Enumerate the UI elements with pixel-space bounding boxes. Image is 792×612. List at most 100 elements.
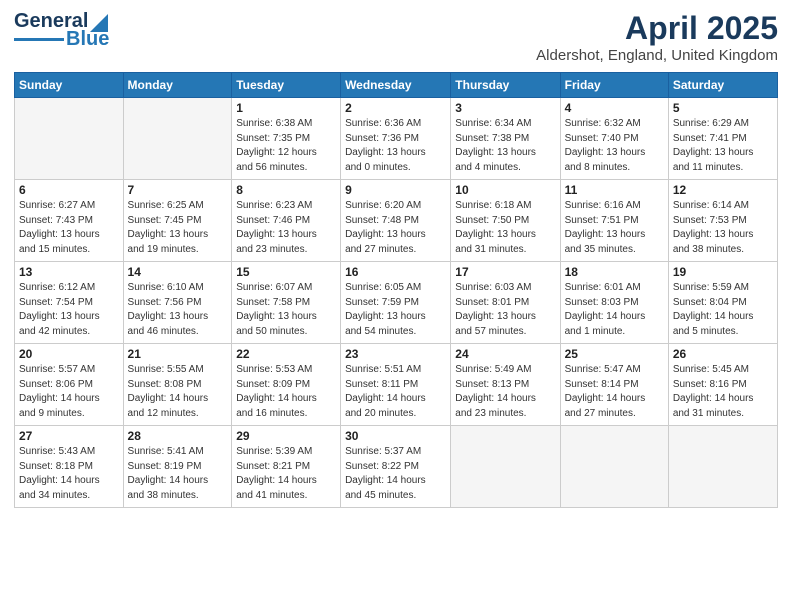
day-info: Sunrise: 6:29 AM Sunset: 7:41 PM Dayligh… — [673, 117, 773, 175]
day-number: 22 — [236, 347, 336, 361]
day-number: 13 — [19, 265, 119, 279]
calendar-cell-w2-d1: 6Sunrise: 6:27 AM Sunset: 7:43 PM Daylig… — [15, 180, 124, 262]
day-number: 18 — [565, 265, 664, 279]
day-info: Sunrise: 6:03 AM Sunset: 8:01 PM Dayligh… — [455, 281, 555, 339]
col-tuesday: Tuesday — [232, 73, 341, 98]
calendar-cell-w1-d2 — [123, 98, 232, 180]
day-info: Sunrise: 5:49 AM Sunset: 8:13 PM Dayligh… — [455, 363, 555, 421]
calendar-cell-w3-d3: 15 Sunrise: 6:07 AM Sunset: 7:58 PM Dayli… — [232, 262, 341, 344]
day-info: Sunrise: 6:38 AM Sunset: 7:35 PM Dayligh… — [236, 117, 336, 175]
logo: General Blue — [14, 10, 109, 51]
day-info: Sunrise: 6:23 AM Sunset: 7:46 PM Dayligh… — [236, 199, 336, 257]
day-number: 30 — [345, 429, 446, 443]
day-info: Sunrise: 6:01 AM Sunset: 8:03 PM Dayligh… — [565, 281, 664, 339]
calendar-cell-w3-d2: 14 Sunrise: 6:10 AM Sunset: 7:56 PM Dayli… — [123, 262, 232, 344]
day-number: 5 — [673, 101, 773, 115]
col-thursday: Thursday — [451, 73, 560, 98]
calendar-cell-w3-d6: 18 Sunrise: 6:01 AM Sunset: 8:03 PM Dayli… — [560, 262, 668, 344]
calendar-cell-w5-d4: 30 Sunrise: 5:37 AM Sunset: 8:22 PM Dayli… — [341, 426, 451, 508]
day-info: Sunrise: 6:27 AM Sunset: 7:43 PM Dayligh… — [19, 199, 119, 257]
calendar-cell-w4-d1: 20 Sunrise: 5:57 AM Sunset: 8:06 PM Dayli… — [15, 344, 124, 426]
calendar-cell-w3-d4: 16 Sunrise: 6:05 AM Sunset: 7:59 PM Dayli… — [341, 262, 451, 344]
calendar-table: Sunday Monday Tuesday Wednesday Thursday… — [14, 72, 778, 508]
logo-blue: Blue — [66, 28, 109, 51]
calendar-cell-w4-d2: 21 Sunrise: 5:55 AM Sunset: 8:08 PM Dayli… — [123, 344, 232, 426]
col-wednesday: Wednesday — [341, 73, 451, 98]
day-info: Sunrise: 5:37 AM Sunset: 8:22 PM Dayligh… — [345, 445, 446, 503]
day-info: Sunrise: 5:39 AM Sunset: 8:21 PM Dayligh… — [236, 445, 336, 503]
day-info: Sunrise: 6:05 AM Sunset: 7:59 PM Dayligh… — [345, 281, 446, 339]
day-info: Sunrise: 6:18 AM Sunset: 7:50 PM Dayligh… — [455, 199, 555, 257]
calendar-cell-w4-d3: 22 Sunrise: 5:53 AM Sunset: 8:09 PM Dayli… — [232, 344, 341, 426]
day-number: 4 — [565, 101, 664, 115]
day-number: 21 — [128, 347, 228, 361]
calendar-title: April 2025 — [536, 10, 778, 47]
calendar-subtitle: Aldershot, England, United Kingdom — [536, 47, 778, 64]
week-row-3: 13 Sunrise: 6:12 AM Sunset: 7:54 PM Dayli… — [15, 262, 778, 344]
day-number: 16 — [345, 265, 446, 279]
day-info: Sunrise: 5:43 AM Sunset: 8:18 PM Dayligh… — [19, 445, 119, 503]
calendar-cell-w5-d6 — [560, 426, 668, 508]
calendar-cell-w3-d7: 19Sunrise: 5:59 AM Sunset: 8:04 PM Dayli… — [668, 262, 777, 344]
calendar-cell-w1-d5: 3Sunrise: 6:34 AM Sunset: 7:38 PM Daylig… — [451, 98, 560, 180]
calendar-cell-w1-d7: 5 Sunrise: 6:29 AM Sunset: 7:41 PM Daylig… — [668, 98, 777, 180]
day-info: Sunrise: 6:25 AM Sunset: 7:45 PM Dayligh… — [128, 199, 228, 257]
day-info: Sunrise: 5:57 AM Sunset: 8:06 PM Dayligh… — [19, 363, 119, 421]
day-info: Sunrise: 5:55 AM Sunset: 8:08 PM Dayligh… — [128, 363, 228, 421]
week-row-4: 20 Sunrise: 5:57 AM Sunset: 8:06 PM Dayli… — [15, 344, 778, 426]
day-number: 7 — [128, 183, 228, 197]
day-number: 27 — [19, 429, 119, 443]
day-number: 11 — [565, 183, 664, 197]
calendar-cell-w3-d1: 13 Sunrise: 6:12 AM Sunset: 7:54 PM Dayli… — [15, 262, 124, 344]
day-info: Sunrise: 6:16 AM Sunset: 7:51 PM Dayligh… — [565, 199, 664, 257]
day-number: 1 — [236, 101, 336, 115]
logo-line-icon — [14, 38, 64, 42]
day-info: Sunrise: 6:10 AM Sunset: 7:56 PM Dayligh… — [128, 281, 228, 339]
day-info: Sunrise: 6:12 AM Sunset: 7:54 PM Dayligh… — [19, 281, 119, 339]
week-row-5: 27 Sunrise: 5:43 AM Sunset: 8:18 PM Dayli… — [15, 426, 778, 508]
calendar-cell-w2-d2: 7 Sunrise: 6:25 AM Sunset: 7:45 PM Daylig… — [123, 180, 232, 262]
calendar-cell-w3-d5: 17 Sunrise: 6:03 AM Sunset: 8:01 PM Dayli… — [451, 262, 560, 344]
col-saturday: Saturday — [668, 73, 777, 98]
week-row-1: 1 Sunrise: 6:38 AM Sunset: 7:35 PM Daylig… — [15, 98, 778, 180]
calendar-cell-w1-d1 — [15, 98, 124, 180]
calendar-cell-w4-d4: 23 Sunrise: 5:51 AM Sunset: 8:11 PM Dayli… — [341, 344, 451, 426]
calendar-cell-w5-d1: 27 Sunrise: 5:43 AM Sunset: 8:18 PM Dayli… — [15, 426, 124, 508]
calendar-cell-w5-d2: 28Sunrise: 5:41 AM Sunset: 8:19 PM Dayli… — [123, 426, 232, 508]
day-info: Sunrise: 5:45 AM Sunset: 8:16 PM Dayligh… — [673, 363, 773, 421]
col-sunday: Sunday — [15, 73, 124, 98]
day-number: 10 — [455, 183, 555, 197]
calendar-cell-w1-d6: 4 Sunrise: 6:32 AM Sunset: 7:40 PM Daylig… — [560, 98, 668, 180]
day-info: Sunrise: 6:07 AM Sunset: 7:58 PM Dayligh… — [236, 281, 336, 339]
day-number: 17 — [455, 265, 555, 279]
calendar-cell-w4-d6: 25 Sunrise: 5:47 AM Sunset: 8:14 PM Dayli… — [560, 344, 668, 426]
calendar-cell-w5-d3: 29Sunrise: 5:39 AM Sunset: 8:21 PM Dayli… — [232, 426, 341, 508]
day-number: 20 — [19, 347, 119, 361]
calendar-cell-w2-d4: 9Sunrise: 6:20 AM Sunset: 7:48 PM Daylig… — [341, 180, 451, 262]
calendar-cell-w2-d7: 12Sunrise: 6:14 AM Sunset: 7:53 PM Dayli… — [668, 180, 777, 262]
day-number: 15 — [236, 265, 336, 279]
day-number: 14 — [128, 265, 228, 279]
day-info: Sunrise: 6:34 AM Sunset: 7:38 PM Dayligh… — [455, 117, 555, 175]
day-info: Sunrise: 5:47 AM Sunset: 8:14 PM Dayligh… — [565, 363, 664, 421]
calendar-cell-w1-d3: 1 Sunrise: 6:38 AM Sunset: 7:35 PM Daylig… — [232, 98, 341, 180]
day-info: Sunrise: 6:14 AM Sunset: 7:53 PM Dayligh… — [673, 199, 773, 257]
day-number: 25 — [565, 347, 664, 361]
calendar-cell-w2-d6: 11 Sunrise: 6:16 AM Sunset: 7:51 PM Dayli… — [560, 180, 668, 262]
title-area: April 2025 Aldershot, England, United Ki… — [536, 10, 778, 64]
day-number: 19 — [673, 265, 773, 279]
page: General Blue April 2025 Aldershot, Engla… — [0, 0, 792, 612]
day-number: 24 — [455, 347, 555, 361]
calendar-cell-w4-d7: 26 Sunrise: 5:45 AM Sunset: 8:16 PM Dayli… — [668, 344, 777, 426]
day-info: Sunrise: 6:32 AM Sunset: 7:40 PM Dayligh… — [565, 117, 664, 175]
day-info: Sunrise: 5:51 AM Sunset: 8:11 PM Dayligh… — [345, 363, 446, 421]
day-info: Sunrise: 5:53 AM Sunset: 8:09 PM Dayligh… — [236, 363, 336, 421]
day-number: 26 — [673, 347, 773, 361]
day-info: Sunrise: 6:36 AM Sunset: 7:36 PM Dayligh… — [345, 117, 446, 175]
calendar-cell-w4-d5: 24 Sunrise: 5:49 AM Sunset: 8:13 PM Dayli… — [451, 344, 560, 426]
day-number: 28 — [128, 429, 228, 443]
day-info: Sunrise: 6:20 AM Sunset: 7:48 PM Dayligh… — [345, 199, 446, 257]
calendar-cell-w2-d3: 8Sunrise: 6:23 AM Sunset: 7:46 PM Daylig… — [232, 180, 341, 262]
calendar-cell-w5-d7 — [668, 426, 777, 508]
day-number: 23 — [345, 347, 446, 361]
